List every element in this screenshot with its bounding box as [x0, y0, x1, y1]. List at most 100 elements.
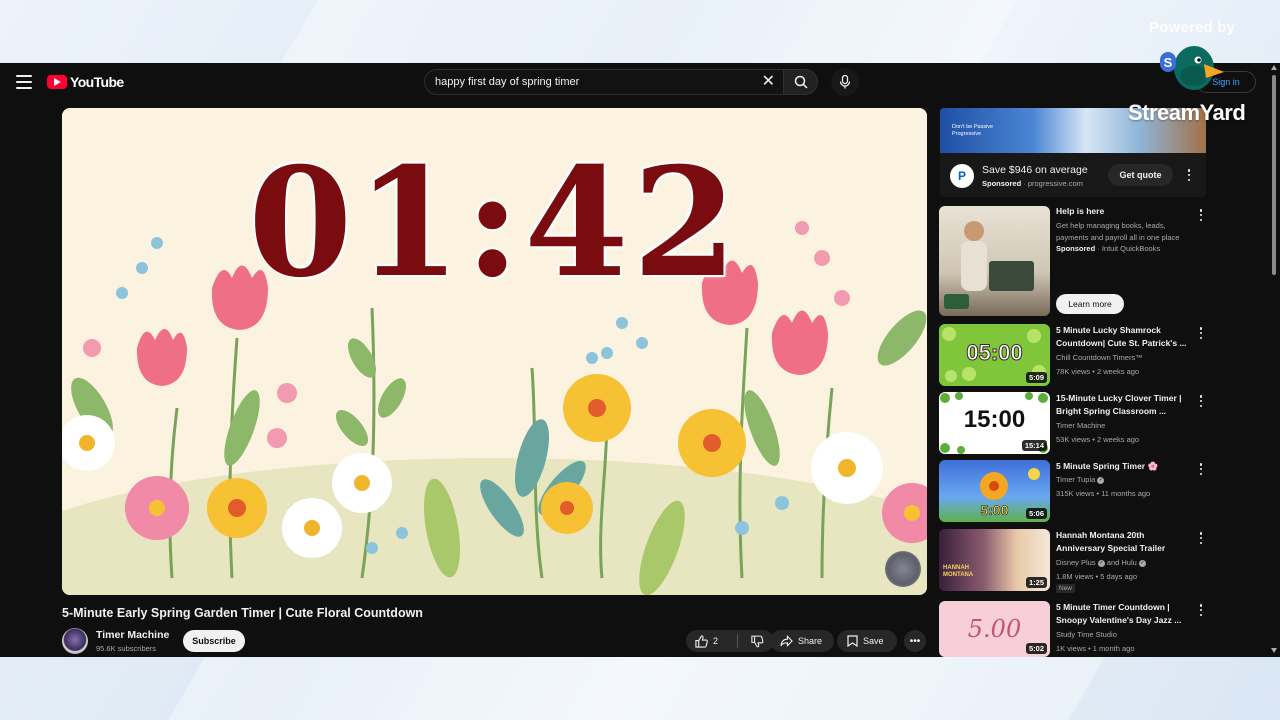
channel-name[interactable]: Study Time Studio	[1056, 630, 1117, 639]
recommendation-item[interactable]: 15:00 15:14 15-Minute Lucky Clover Timer…	[939, 392, 1209, 456]
video-meta: 315K views • 11 months ago	[1056, 489, 1151, 498]
voice-search-button[interactable]	[831, 68, 859, 96]
ad-card-description: Get help managing books, leads, payments…	[1056, 221, 1180, 242]
advertiser-logo[interactable]: P	[950, 164, 974, 188]
more-horizontal-icon: •••	[909, 635, 921, 647]
ad-sponsor-line: Sponsored · progressive.com	[982, 179, 1083, 188]
ad-card-menu-icon[interactable]	[1196, 208, 1206, 222]
new-badge: New	[1056, 584, 1076, 593]
clear-search-icon[interactable]: ✕	[762, 74, 775, 90]
channel-name-text: Disney Plus	[1056, 558, 1096, 567]
streamyard-duck-logo-icon: S	[1160, 46, 1224, 90]
video-thumbnail[interactable]: 5.00 5:02	[939, 601, 1050, 657]
video-meta: 53K views • 2 weeks ago	[1056, 435, 1140, 444]
ad-card-title: Help is here	[1056, 206, 1105, 216]
channel-name[interactable]: Timer Machine	[96, 629, 169, 641]
search-icon	[794, 75, 808, 89]
video-menu-icon[interactable]	[1196, 462, 1206, 476]
youtube-window: YouTube ✕ Sign in	[0, 63, 1280, 657]
video-title: Hannah Montana 20th Anniversary Special …	[1056, 530, 1166, 553]
save-icon	[847, 635, 858, 647]
scroll-up-arrow-icon[interactable]	[1271, 65, 1277, 70]
thumbs-up-icon	[695, 634, 708, 648]
more-actions-button[interactable]: •••	[904, 630, 926, 652]
youtube-logo-text: YouTube	[70, 74, 124, 90]
ad-card-sponsor-line: Sponsored · Intuit QuickBooks	[1056, 244, 1161, 253]
thumbnail-text: HANNAH MONTANA	[943, 565, 974, 578]
thumbnail-text: 05:00	[966, 340, 1023, 366]
recommendation-item[interactable]: 05:00 5:09 5 Minute Lucky Shamrock Count…	[939, 324, 1209, 388]
subscriber-count: 95.6K subscribers	[96, 644, 157, 653]
youtube-logo[interactable]: YouTube	[47, 74, 124, 90]
ad-menu-icon[interactable]	[1184, 168, 1194, 182]
channel-name[interactable]: Disney Plus ✓ and Hulu ✓	[1056, 558, 1146, 567]
channel-name[interactable]: Chill Countdown Timers™	[1056, 353, 1143, 362]
ad-banner-row: P Save $946 on average Sponsored · progr…	[940, 153, 1206, 197]
video-menu-icon[interactable]	[1196, 394, 1206, 408]
menu-icon[interactable]	[16, 75, 32, 89]
video-duration: 5:06	[1025, 508, 1047, 519]
recommendation-item[interactable]: 5.00 5:02 5 Minute Timer Countdown | Sno…	[939, 601, 1209, 657]
microphone-icon	[839, 75, 851, 89]
share-icon	[780, 635, 793, 647]
page-scrollbar[interactable]	[1268, 63, 1280, 657]
channel-name[interactable]: Timer Tupia ✓	[1056, 475, 1105, 484]
ad-card-sponsored: Sponsored	[1056, 244, 1096, 253]
svg-text:S: S	[1164, 55, 1173, 70]
video-thumbnail[interactable]: 5:00 5:06	[939, 460, 1050, 522]
like-dislike-group: 2	[686, 630, 774, 652]
video-title: 5-Minute Early Spring Garden Timer | Cut…	[62, 606, 423, 620]
ad-sponsored-label: Sponsored	[982, 179, 1022, 188]
video-duration: 5:02	[1025, 643, 1047, 654]
video-duration: 15:14	[1021, 440, 1047, 451]
channel-avatar[interactable]	[62, 628, 88, 654]
video-meta: 78K views • 2 weeks ago	[1056, 367, 1140, 376]
verified-icon: ✓	[1138, 559, 1146, 567]
share-button[interactable]: Share	[770, 630, 834, 652]
video-duration: 1:25	[1025, 577, 1047, 588]
thumbnail-text: 5.00	[967, 615, 1022, 643]
scrollbar-thumb[interactable]	[1272, 75, 1276, 275]
video-menu-icon[interactable]	[1196, 531, 1206, 545]
video-thumbnail[interactable]: 05:00 5:09	[939, 324, 1050, 386]
ad-card-thumbnail[interactable]	[939, 206, 1050, 316]
video-menu-icon[interactable]	[1196, 326, 1206, 340]
video-title: 5 Minute Lucky Shamrock Countdown| Cute …	[1056, 325, 1187, 348]
video-thumbnail[interactable]: HANNAH MONTANA 1:25	[939, 529, 1050, 591]
powered-by-label: Powered by	[1149, 19, 1236, 36]
share-label: Share	[798, 636, 823, 646]
video-thumbnail[interactable]: 15:00 15:14	[939, 392, 1050, 454]
search-box: ✕	[424, 69, 784, 95]
channel-watermark-icon[interactable]	[885, 551, 921, 587]
verified-icon: ✓	[1097, 476, 1105, 484]
countdown-timer: 01:42	[248, 135, 741, 311]
youtube-play-icon	[47, 75, 67, 89]
ad-person-illustration	[944, 221, 1034, 309]
scroll-down-arrow-icon[interactable]	[1271, 648, 1277, 653]
recommendation-item[interactable]: 5:00 5:06 5 Minute Spring Timer 🌸 Timer …	[939, 460, 1209, 524]
search-input[interactable]	[425, 76, 745, 88]
ad-domain: progressive.com	[1027, 179, 1083, 188]
ad-card-advertiser: Intuit QuickBooks	[1101, 244, 1161, 253]
like-button[interactable]: 2	[695, 634, 739, 648]
channel-name[interactable]: Timer Machine	[1056, 421, 1105, 430]
video-title: 5 Minute Spring Timer 🌸	[1056, 461, 1159, 471]
subscribe-button[interactable]: Subscribe	[183, 630, 245, 652]
video-meta: 1.8M views • 5 days ago	[1056, 572, 1137, 581]
verified-icon: ✓	[1097, 559, 1105, 567]
ad-card[interactable]: Help is here Get help managing books, le…	[939, 206, 1209, 318]
get-quote-button[interactable]: Get quote	[1108, 164, 1173, 186]
video-title: 5 Minute Timer Countdown | Snoopy Valent…	[1056, 602, 1182, 625]
learn-more-button[interactable]: Learn more	[1056, 294, 1124, 314]
recommendation-item[interactable]: HANNAH MONTANA 1:25 Hannah Montana 20th …	[939, 529, 1209, 593]
ad-title[interactable]: Save $946 on average	[982, 164, 1088, 176]
video-player[interactable]: 01:42	[62, 108, 927, 595]
streamyard-brand-text: StreamYard	[1128, 100, 1246, 125]
video-menu-icon[interactable]	[1196, 603, 1206, 617]
video-meta: 1K views • 1 month ago	[1056, 644, 1135, 653]
thumbs-down-icon[interactable]	[751, 635, 764, 648]
save-label: Save	[863, 636, 884, 646]
search-button[interactable]	[784, 69, 818, 95]
save-button[interactable]: Save	[837, 630, 897, 652]
top-bar: YouTube ✕ Sign in	[0, 63, 1280, 101]
